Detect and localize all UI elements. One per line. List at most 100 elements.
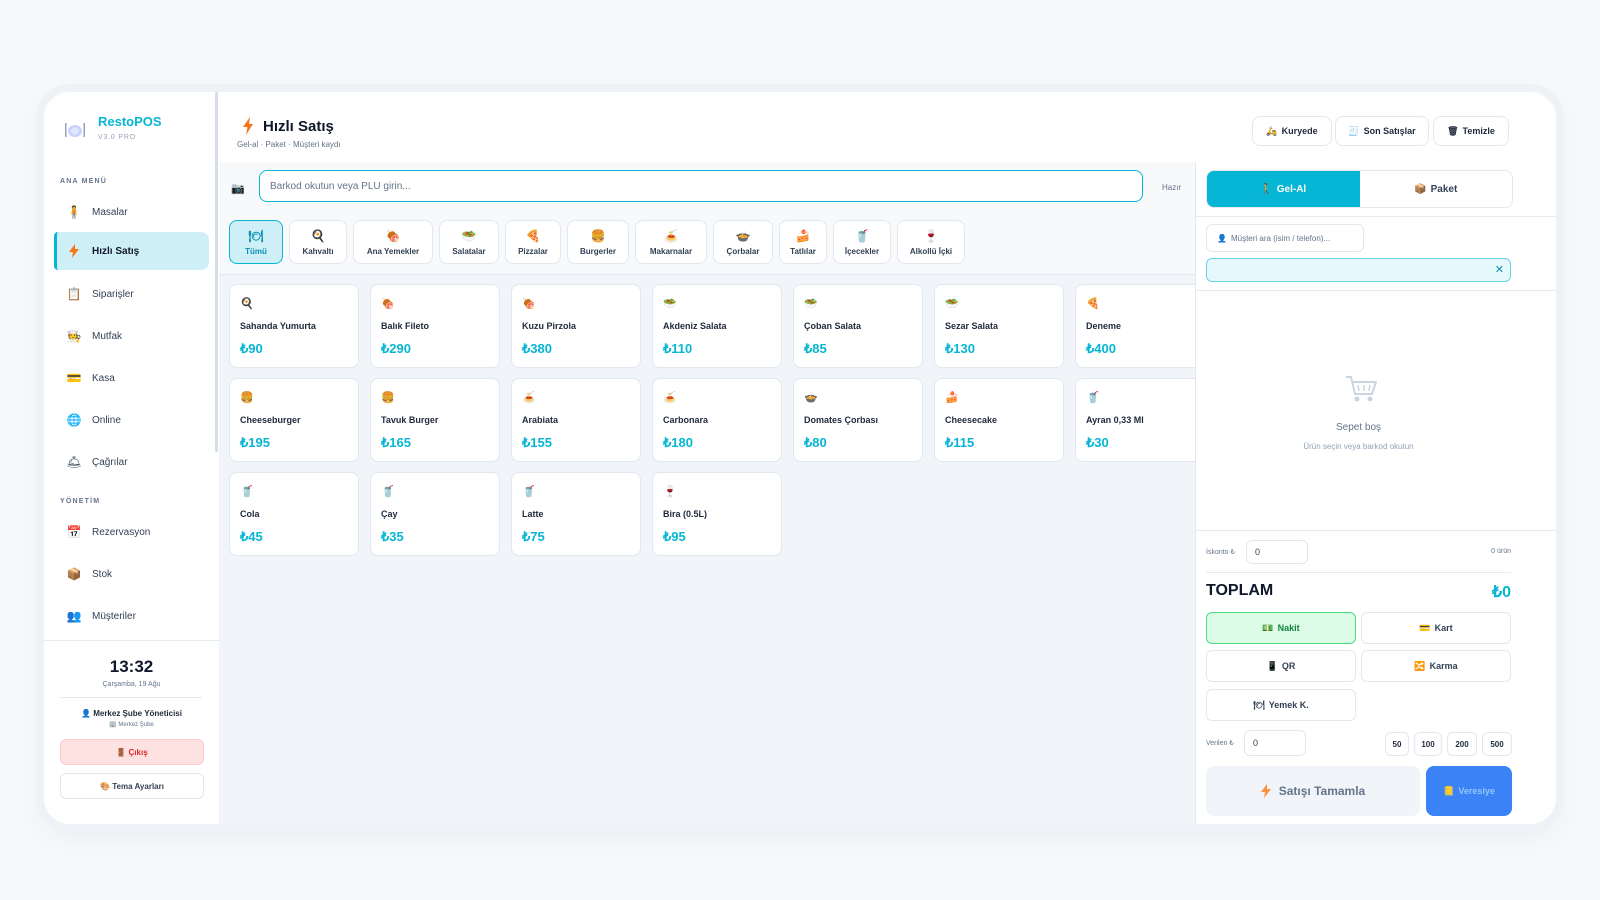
app-name: RestoPOS [98, 114, 162, 129]
product-card[interactable]: 🍕 Deneme ₺400 [1075, 284, 1205, 368]
discount-input[interactable] [1246, 540, 1308, 564]
pay-qr-button[interactable]: 📱 QR [1206, 650, 1356, 682]
main-area: 📷 Hazır 🍽 Tümü 🍳 Kahvaltı 🍖 Ana Yemekler 🥗 Sala… [219, 162, 1205, 824]
sidebar-item-online[interactable]: 🌐 Online [54, 401, 206, 439]
category-icon: 🍷 [923, 228, 939, 243]
pay-meal-card-button[interactable]: 🍽 Yemek K. [1206, 689, 1356, 721]
category-tab[interactable]: 🍕 Pizzalar [505, 220, 561, 264]
category-tab[interactable]: 🍳 Kahvaltı [289, 220, 347, 264]
courier-label: Kuryede [1281, 126, 1318, 136]
product-name: Bira (0.5L) [663, 509, 708, 519]
door-icon: 🚪 [116, 747, 129, 757]
category-tab[interactable]: 🍝 Makarnalar [635, 220, 707, 264]
sidebar-item-masalar[interactable]: 🧍 Masalar [54, 193, 206, 231]
product-card[interactable]: 🍖 Balık Fileto ₺290 [370, 284, 500, 368]
sidebar-item-stok[interactable]: 📦 Stok [54, 555, 206, 593]
product-name: Cheeseburger [240, 415, 301, 425]
camera-icon[interactable]: 📷 [231, 182, 245, 195]
product-icon: 🍖 [381, 298, 395, 310]
product-card[interactable]: 🥗 Çoban Salata ₺85 [793, 284, 923, 368]
given-amount-label: Verilen ₺ [1206, 740, 1234, 747]
product-card[interactable]: 🍰 Cheesecake ₺115 [934, 378, 1064, 462]
admin-menu-title: YÖNETİM [60, 498, 101, 505]
product-card[interactable]: 🍔 Cheeseburger ₺195 [229, 378, 359, 462]
product-card[interactable]: 🥤 Ayran 0,33 Ml ₺30 [1075, 378, 1205, 462]
empty-cart-title: Sepet boş [1335, 422, 1382, 433]
product-card[interactable]: 🍳 Sahanda Yumurta ₺90 [229, 284, 359, 368]
tab-gel-al[interactable]: 🚶 Gel-Al [1207, 171, 1360, 207]
category-tab[interactable]: 🍽 Tümü [229, 220, 283, 264]
close-icon[interactable]: ✕ [1495, 263, 1504, 276]
product-price: ₺130 [945, 341, 975, 356]
product-card[interactable]: 🍖 Kuzu Pirzola ₺380 [511, 284, 641, 368]
sidebar-item-label: Hızlı Satış [92, 245, 140, 257]
walking-icon: 🚶 [1260, 183, 1273, 195]
quick-amount-500[interactable]: 500 [1482, 732, 1512, 756]
sidebar-item-label: Mutfak [92, 330, 123, 342]
pay-cash-button[interactable]: 💵 Nakit [1206, 612, 1356, 644]
discount-label: İskonto ₺ [1206, 549, 1235, 556]
sidebar-item-cagrilar[interactable]: 🛎 Çağrılar [54, 443, 206, 481]
logout-button[interactable]: 🚪 Çıkış [60, 739, 204, 765]
sidebar-item-rezervasyon[interactable]: 📅 Rezervasyon [54, 513, 206, 551]
pay-card-button[interactable]: 💳 Kart [1361, 612, 1511, 644]
given-amount-input[interactable] [1244, 730, 1306, 756]
clear-button[interactable]: 🗑 Temizle [1433, 116, 1509, 146]
product-price: ₺115 [945, 435, 975, 450]
sidebar-item-mutfak[interactable]: 🧑‍🍳 Mutfak [54, 317, 206, 355]
product-card[interactable]: 🥤 Çay ₺35 [370, 472, 500, 556]
pay-mixed-button[interactable]: 🔀 Karma [1361, 650, 1511, 682]
product-card[interactable]: 🥤 Cola ₺45 [229, 472, 359, 556]
product-card[interactable]: 🍷 Bira (0.5L) ₺95 [652, 472, 782, 556]
category-tab[interactable]: 🥗 Salatalar [439, 220, 499, 264]
product-icon: 🥤 [381, 486, 395, 498]
sidebar-item-kasa[interactable]: 💳 Kasa [54, 359, 206, 397]
barcode-input[interactable] [259, 170, 1143, 202]
product-card[interactable]: 🍲 Domates Çorbası ₺80 [793, 378, 923, 462]
pay-label: Kart [1434, 623, 1453, 633]
product-icon: 🥗 [804, 298, 818, 310]
product-name: Carbonara [663, 415, 709, 425]
sidebar-item-siparisler[interactable]: 📋 Siparişler [54, 275, 206, 313]
theme-settings-button[interactable]: 🎨 Tema Ayarları [60, 773, 204, 799]
pay-label: Nakit [1277, 623, 1300, 633]
product-name: Latte [522, 509, 544, 519]
tab-paket[interactable]: 📦 Paket [1359, 171, 1512, 207]
sidebar-scrollbar[interactable] [215, 92, 218, 452]
courier-button[interactable]: 🛵 Kuryede [1252, 116, 1332, 146]
quick-amount-100[interactable]: 100 [1414, 732, 1442, 756]
category-icon: 🍔 [590, 228, 606, 243]
category-tab[interactable]: 🍔 Burgerler [567, 220, 629, 264]
product-card[interactable]: 🍔 Tavuk Burger ₺165 [370, 378, 500, 462]
category-tab[interactable]: 🍷 Alkollü İçki [897, 220, 965, 264]
product-card[interactable]: 🍝 Arabiata ₺155 [511, 378, 641, 462]
product-price: ₺400 [1086, 341, 1116, 356]
recent-sales-button[interactable]: 🧾 Son Satışlar [1335, 116, 1429, 146]
category-label: Makarnalar [649, 246, 693, 256]
sidebar-item-hizli-satis[interactable]: Hızlı Satış [54, 232, 209, 270]
category-tab[interactable]: 🥤 İçecekler [833, 220, 891, 264]
category-label: Ana Yemekler [366, 246, 420, 256]
product-card[interactable]: 🍝 Carbonara ₺180 [652, 378, 782, 462]
quick-amount-50[interactable]: 50 [1385, 732, 1409, 756]
category-tab[interactable]: 🍰 Tatlılar [779, 220, 827, 264]
product-icon: 🍖 [522, 298, 536, 310]
user-name-text: Merkez Şube Yöneticisi [93, 709, 182, 718]
category-tab[interactable]: 🍲 Çorbalar [713, 220, 773, 264]
sidebar-item-musteriler[interactable]: 👥 Müşteriler [54, 597, 206, 635]
product-card[interactable]: 🥤 Latte ₺75 [511, 472, 641, 556]
category-tab[interactable]: 🍖 Ana Yemekler [353, 220, 433, 264]
credit-sale-button[interactable]: 📒 Veresiye [1426, 766, 1512, 816]
trash-icon: 🗑 [1447, 125, 1459, 136]
complete-sale-button[interactable]: Satışı Tamamla [1206, 766, 1420, 816]
product-name: Tavuk Burger [381, 415, 439, 425]
selected-customer-bar[interactable]: ✕ [1206, 258, 1511, 282]
product-card[interactable]: 🥗 Akdeniz Salata ₺110 [652, 284, 782, 368]
users-icon: 👥 [66, 609, 82, 623]
product-name: Cola [240, 509, 260, 519]
quick-amount-200[interactable]: 200 [1447, 732, 1477, 756]
complete-sale-label: Satışı Tamamla [1278, 784, 1366, 798]
globe-icon: 🌐 [66, 413, 82, 427]
customer-search-input[interactable]: 👤 Müşteri ara (isim / telefon)... [1206, 224, 1364, 252]
product-card[interactable]: 🥗 Sezar Salata ₺130 [934, 284, 1064, 368]
